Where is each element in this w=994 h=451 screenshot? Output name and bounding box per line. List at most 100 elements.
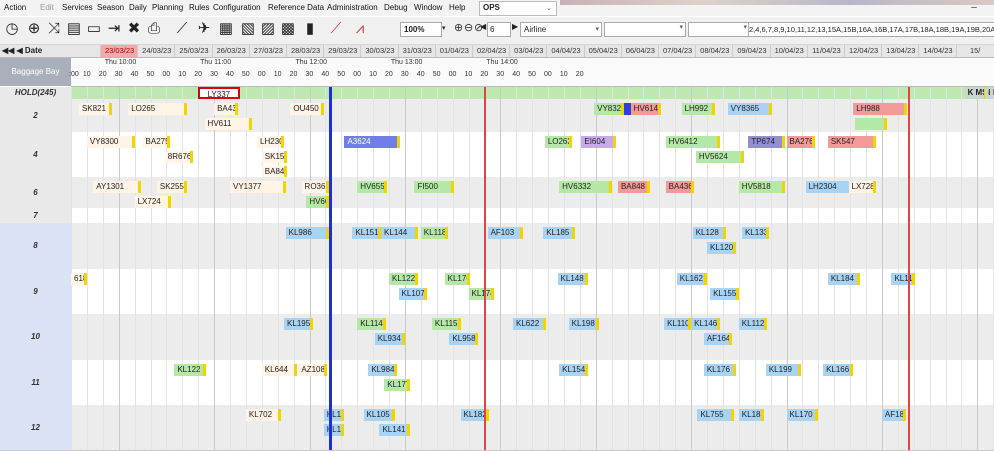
zoom-input[interactable]: 100% <box>400 22 442 37</box>
date-cell[interactable]: 13/04/23 <box>881 45 919 57</box>
airline-select[interactable]: Airline ▾ <box>520 22 602 37</box>
date-cell[interactable]: 26/03/23 <box>211 45 250 57</box>
window-icon[interactable]: ▭ <box>84 19 104 39</box>
flight-bar[interactable]: KL174 <box>468 288 494 300</box>
date-cell[interactable]: 27/03/23 <box>248 45 287 57</box>
date-cell[interactable]: 15/ <box>955 45 994 57</box>
shuffle-icon[interactable]: ⤨ <box>44 19 64 39</box>
flight-bar[interactable]: KL984 <box>368 364 397 376</box>
flight-bar[interactable]: HV5624 <box>695 151 744 163</box>
chart-peak-icon[interactable]: ⩘ <box>350 19 370 39</box>
menu-help[interactable]: Help <box>449 3 465 12</box>
date-cell[interactable]: 12/04/23 <box>844 45 882 57</box>
flight-bar[interactable]: KL118 <box>420 227 448 239</box>
date-cell[interactable]: 08/04/23 <box>695 45 733 57</box>
flight-bar[interactable]: KL934 <box>374 333 405 345</box>
flight-bar[interactable]: KL185 <box>543 227 576 239</box>
flight-bar[interactable]: HV6332 <box>559 181 612 193</box>
flight-bar[interactable]: KL122 <box>174 364 207 376</box>
split-icon[interactable]: ⇥ <box>104 19 124 39</box>
menu-edit[interactable]: Edit <box>40 3 54 12</box>
chevron-down-icon[interactable]: ▾ <box>442 22 452 35</box>
menu-window[interactable]: Window <box>414 3 442 12</box>
flight-bar[interactable]: KL186 <box>323 409 345 421</box>
flight-bar[interactable]: LY337 <box>198 87 240 99</box>
date-cell[interactable]: 07/04/23 <box>658 45 696 57</box>
flight-bar[interactable]: KL1954 <box>284 318 313 330</box>
flight-bar[interactable]: KL986 <box>285 227 329 239</box>
flight-bar[interactable]: KL112 <box>738 318 768 330</box>
filter-select-3[interactable]: ▾ <box>688 22 750 37</box>
row-label[interactable]: 11 <box>0 360 71 406</box>
date-cell[interactable]: 24/03/23 <box>137 45 175 57</box>
flight-bar[interactable]: KL644 <box>261 364 297 376</box>
date-cell[interactable]: 31/03/23 <box>397 45 436 57</box>
flight-bar[interactable]: KL110 <box>664 318 692 330</box>
flight-bar[interactable]: KL155 <box>710 288 739 300</box>
date-cell[interactable]: 06/04/23 <box>620 45 659 57</box>
row-label[interactable]: 7 <box>0 208 71 224</box>
menu-configuration[interactable]: Configuration <box>213 3 261 12</box>
menu-action[interactable]: Action <box>4 3 26 12</box>
flight-bar[interactable]: HV611 <box>204 118 253 130</box>
flight-bar[interactable]: AF164 <box>703 333 733 345</box>
flight-bar[interactable]: KL622 <box>513 318 547 330</box>
flight-bar[interactable]: KL755 <box>697 409 735 421</box>
flight-bar[interactable]: BA848 <box>617 181 650 193</box>
flight-bar[interactable]: KL958 <box>449 333 479 345</box>
flight-bar[interactable]: LO265 <box>128 103 188 115</box>
menu-planning[interactable]: Planning <box>152 3 183 12</box>
zoom-in-icon[interactable]: ⊕ <box>454 21 463 34</box>
menu-administration[interactable]: Administration <box>327 3 378 12</box>
panel-icon[interactable]: ▤ <box>64 19 84 39</box>
flight-bar[interactable]: LH230 <box>257 136 285 148</box>
flight-bar[interactable]: LO263 <box>544 136 572 148</box>
menu-reference-data[interactable]: Reference Data <box>268 3 324 12</box>
date-cell[interactable]: 28/03/23 <box>286 45 324 57</box>
flight-bar[interactable]: LH992 <box>681 103 715 115</box>
date-cell[interactable]: 23/03/23 <box>100 45 139 57</box>
flight-bar[interactable]: A3624 <box>344 136 401 148</box>
flight-bar[interactable]: VY8365 <box>727 103 773 115</box>
flight-bar[interactable]: KL702 <box>245 409 281 421</box>
flight-bar[interactable]: AF103 <box>487 227 523 239</box>
flight-bar[interactable]: KL166 <box>823 364 854 376</box>
flight-bar[interactable]: AY1301 <box>93 181 141 193</box>
flight-bar[interactable]: KL114 <box>357 318 386 330</box>
date-cell[interactable]: 01/04/23 <box>434 45 473 57</box>
flight-bar[interactable]: VY1377 <box>230 181 286 193</box>
flight-bar[interactable]: FI500 <box>414 181 455 193</box>
menu-season[interactable]: Season <box>97 3 124 12</box>
flight-bar[interactable]: KL184 <box>827 273 860 285</box>
flight-bar[interactable]: LX728 <box>848 181 876 193</box>
flight-bar[interactable]: KL162 <box>676 273 707 285</box>
flight-bar[interactable]: EI604 <box>581 136 617 148</box>
minimize-icon[interactable]: – <box>954 2 994 14</box>
flight-bar[interactable]: KL154 <box>559 364 588 376</box>
flight-bar[interactable]: KL144 <box>381 227 418 239</box>
flight-bar[interactable] <box>854 118 887 130</box>
flight-bar[interactable]: RO361 <box>301 181 329 193</box>
row-label[interactable]: 2 <box>0 99 71 133</box>
flight-bar[interactable]: BA276 <box>786 136 816 148</box>
schedule-icon[interactable]: ▦ <box>216 19 236 39</box>
row-label[interactable]: 4 <box>0 132 71 178</box>
ops-select[interactable]: OPS ⌄ <box>479 1 557 16</box>
flight-bar[interactable]: KL170 <box>786 409 819 421</box>
flight-bar[interactable]: KL100 <box>323 424 345 436</box>
flight-bar[interactable]: 618 <box>71 273 87 285</box>
flight-bar[interactable]: KL198 <box>568 318 599 330</box>
menu-debug[interactable]: Debug <box>384 3 408 12</box>
row-label[interactable]: 12 <box>0 405 71 451</box>
flight-bar[interactable]: KL148 <box>557 273 588 285</box>
date-cell[interactable]: 11/04/23 <box>806 45 845 57</box>
flight-bar[interactable]: LX724 <box>134 196 172 208</box>
flight-bar[interactable]: TP674 <box>748 136 785 148</box>
flight-bar[interactable]: KL128 <box>692 227 727 239</box>
flight-bar[interactable]: SK155 <box>261 151 288 163</box>
table-icon[interactable]: ▧ <box>238 19 258 39</box>
print-icon[interactable]: ⎙ <box>144 19 164 39</box>
menu-rules[interactable]: Rules <box>189 3 209 12</box>
date-cell[interactable]: 05/04/23 <box>583 45 622 57</box>
date-cell[interactable]: 03/04/23 <box>509 45 547 57</box>
